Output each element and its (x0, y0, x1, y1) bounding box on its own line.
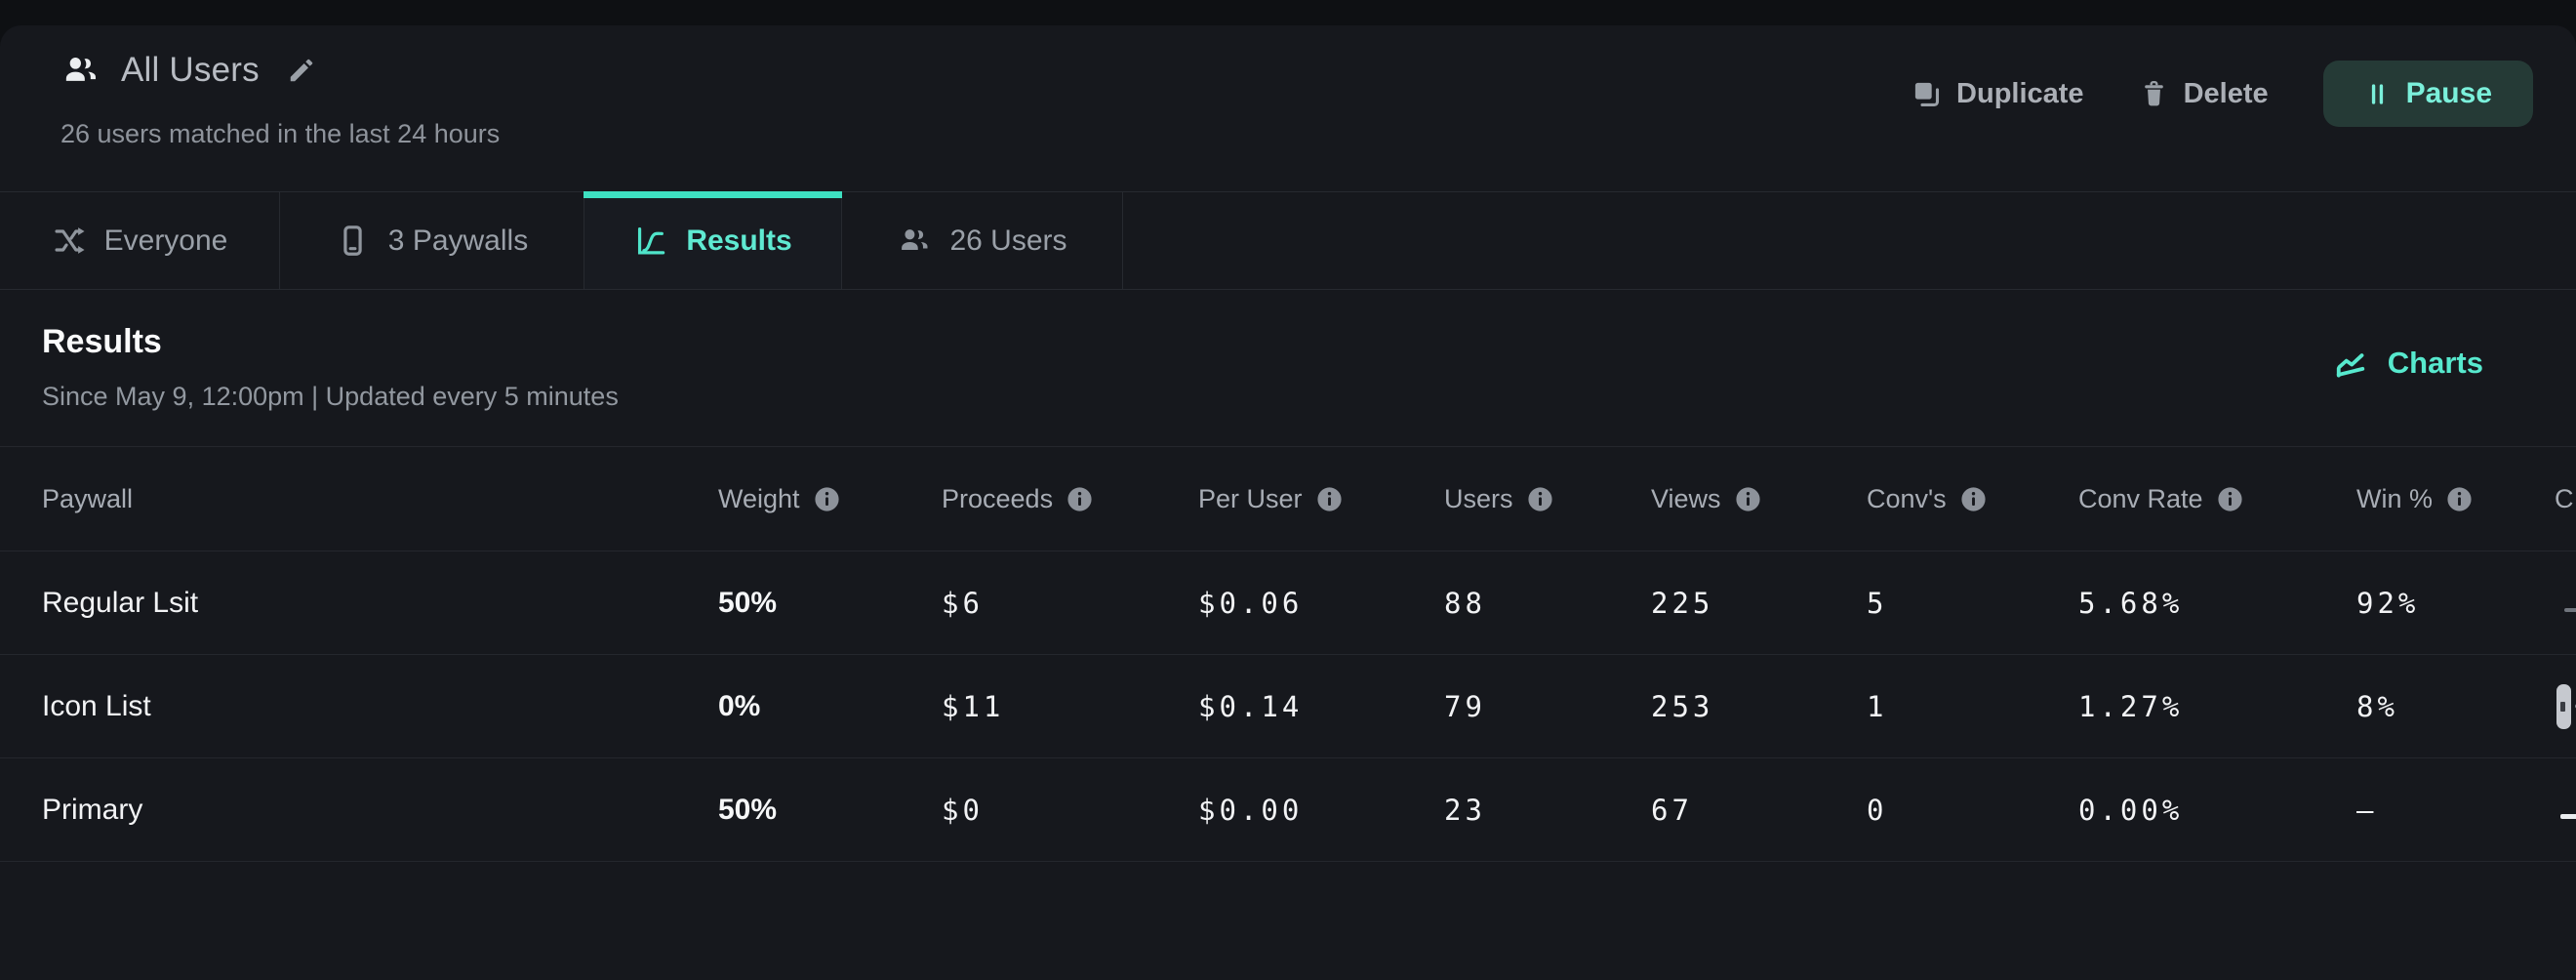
results-subheading: Since May 9, 12:00pm | Updated every 5 m… (42, 382, 619, 412)
win-pct-value: 92% (2356, 587, 2555, 620)
phone-icon (336, 224, 370, 258)
tab-results[interactable]: Results (584, 192, 842, 289)
info-icon[interactable] (1066, 485, 1094, 513)
results-section-header: Results Since May 9, 12:00pm | Updated e… (0, 290, 2576, 446)
charts-button[interactable]: Charts (2334, 345, 2483, 382)
page-header: All Users 26 users matched in the last 2… (0, 25, 2576, 191)
table-header-row: Paywall Weight Proceeds Per User Users V… (0, 447, 2576, 551)
proceeds-value: $0 (942, 794, 1198, 827)
convs-value: 0 (1867, 794, 2078, 827)
users-icon (897, 224, 931, 258)
conv-rate-value: 5.68% (2078, 587, 2356, 620)
col-header-conv-rate: Conv Rate (2078, 484, 2356, 514)
duplicate-icon (1912, 79, 1942, 109)
clipped-badge-fragment (2556, 684, 2571, 729)
pause-button[interactable]: Pause (2323, 61, 2533, 127)
paywall-name: Primary (42, 794, 718, 827)
info-icon[interactable] (2216, 485, 2244, 513)
delete-button[interactable]: Delete (2139, 78, 2269, 110)
pause-label: Pause (2406, 77, 2492, 110)
delete-label: Delete (2184, 78, 2269, 110)
paywall-name: Icon List (42, 690, 718, 723)
weight-value: 50% (718, 794, 942, 827)
trash-icon (2139, 79, 2169, 109)
charts-label: Charts (2388, 346, 2483, 381)
per-user-value: $0.06 (1198, 587, 1444, 620)
matched-users-subtitle: 26 users matched in the last 24 hours (60, 119, 500, 149)
tab-everyone-label: Everyone (104, 225, 228, 258)
tab-paywalls-label: 3 Paywalls (388, 225, 528, 258)
tab-bar: Everyone 3 Paywalls Results (0, 191, 2576, 290)
duplicate-button[interactable]: Duplicate (1912, 78, 2084, 110)
weight-value: 0% (718, 690, 942, 723)
info-icon[interactable] (1734, 485, 1762, 513)
table-row-icon-list[interactable]: Icon List 0% $11 $0.14 79 253 1 1.27% 8% (0, 655, 2576, 758)
pause-icon (2364, 81, 2391, 107)
col-header-proceeds: Proceeds (942, 484, 1198, 514)
tab-everyone[interactable]: Everyone (0, 192, 280, 289)
col-header-clipped: C (2555, 484, 2576, 514)
convs-value: 1 (1867, 690, 2078, 723)
info-icon[interactable] (1959, 485, 1988, 513)
users-icon (60, 51, 100, 90)
edit-title-button[interactable] (287, 56, 316, 85)
col-header-users: Users (1444, 484, 1651, 514)
table-row-primary[interactable]: Primary 50% $0 $0.00 23 67 0 0.00% – (0, 758, 2576, 862)
weight-value: 50% (718, 587, 942, 620)
results-heading: Results (42, 323, 162, 361)
clipped-dash-fragment (2560, 814, 2576, 819)
users-value: 79 (1444, 690, 1651, 723)
table-row-regular-lsit[interactable]: Regular Lsit 50% $6 $0.06 88 225 5 5.68%… (0, 551, 2576, 655)
views-value: 253 (1651, 690, 1867, 723)
conv-rate-value: 1.27% (2078, 690, 2356, 723)
page-title: All Users (121, 51, 260, 90)
convs-value: 5 (1867, 587, 2078, 620)
tab-users[interactable]: 26 Users (842, 192, 1123, 289)
trending-chart-icon (2334, 345, 2371, 382)
header-actions: Duplicate Delete Pause (1912, 61, 2533, 127)
clipped-cell (2555, 587, 2576, 620)
split-icon (52, 224, 86, 258)
views-value: 67 (1651, 794, 1867, 827)
info-icon[interactable] (2445, 485, 2474, 513)
col-header-convs: Conv's (1867, 484, 2078, 514)
app-root: All Users 26 users matched in the last 2… (0, 0, 2576, 980)
col-header-win-pct: Win % (2356, 484, 2555, 514)
col-header-paywall: Paywall (42, 484, 718, 514)
duplicate-label: Duplicate (1956, 78, 2084, 110)
tab-paywalls[interactable]: 3 Paywalls (280, 192, 584, 289)
win-pct-value: – (2356, 794, 2555, 827)
users-value: 23 (1444, 794, 1651, 827)
pencil-icon (287, 56, 316, 85)
tab-users-label: 26 Users (949, 225, 1067, 258)
clipped-dash-fragment (2564, 608, 2576, 612)
title-row: All Users (60, 51, 316, 90)
proceeds-value: $11 (942, 690, 1198, 723)
chart-curve-icon (633, 224, 667, 258)
info-icon[interactable] (1315, 485, 1344, 513)
col-header-weight: Weight (718, 484, 942, 514)
per-user-value: $0.00 (1198, 794, 1444, 827)
paywall-name: Regular Lsit (42, 587, 718, 620)
info-icon[interactable] (813, 485, 841, 513)
views-value: 225 (1651, 587, 1867, 620)
results-table: Paywall Weight Proceeds Per User Users V… (0, 446, 2576, 862)
col-header-views: Views (1651, 484, 1867, 514)
conv-rate-value: 0.00% (2078, 794, 2356, 827)
col-header-per-user: Per User (1198, 484, 1444, 514)
tab-results-label: Results (686, 225, 791, 258)
main-panel: All Users 26 users matched in the last 2… (0, 25, 2576, 980)
clipped-cell (2555, 794, 2576, 827)
users-value: 88 (1444, 587, 1651, 620)
info-icon[interactable] (1526, 485, 1554, 513)
per-user-value: $0.14 (1198, 690, 1444, 723)
clipped-cell (2555, 684, 2576, 729)
proceeds-value: $6 (942, 587, 1198, 620)
win-pct-value: 8% (2356, 690, 2555, 723)
